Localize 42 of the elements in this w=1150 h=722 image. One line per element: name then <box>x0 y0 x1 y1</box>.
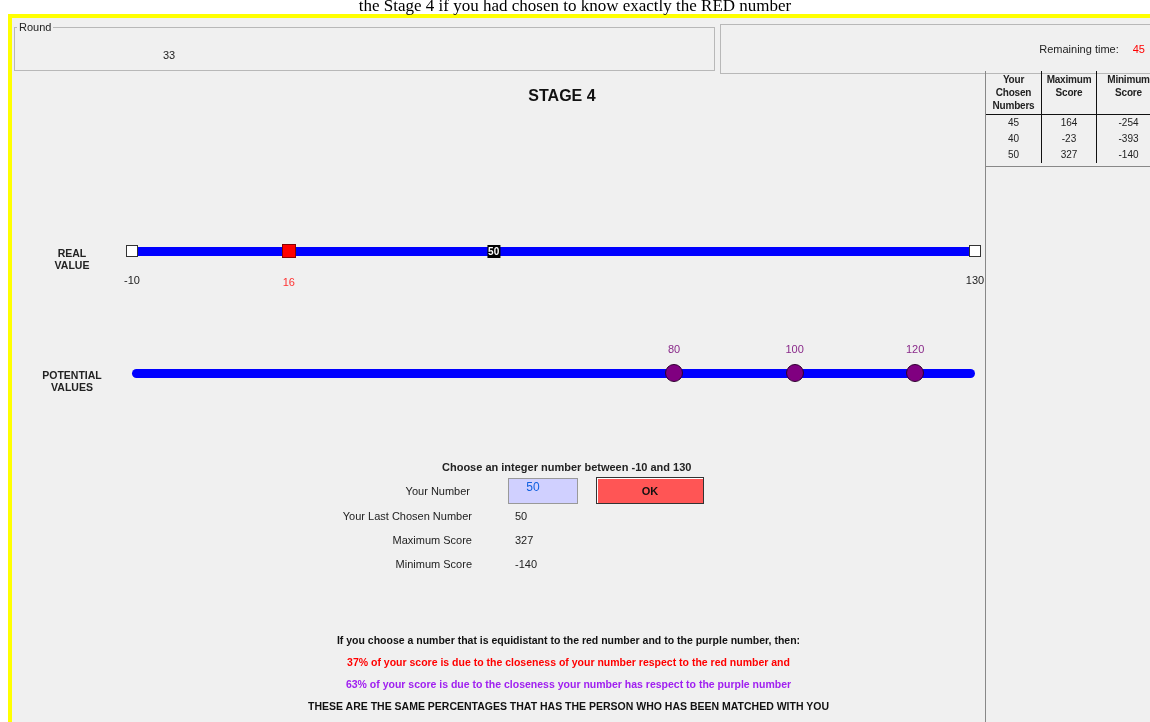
round-number: 33 <box>163 49 176 61</box>
result-value: -140 <box>514 558 538 570</box>
stage-title: STAGE 4 <box>527 87 597 105</box>
table-cell: -23 <box>1041 131 1097 147</box>
your-number-label: Your Number <box>404 483 471 499</box>
remaining-time-value: 45 <box>1132 43 1145 55</box>
result-label: Your Last Chosen Number <box>341 509 473 524</box>
table-cell: -254 <box>1096 114 1150 131</box>
result-value: 50 <box>514 510 528 522</box>
instruction-text: If you choose a number that is equidistant to the red number and to the purple number, then: <box>336 634 801 646</box>
potential-value-label: 100 <box>785 343 804 355</box>
column-header: Maximum Score <box>1041 71 1097 115</box>
table-cell: 164 <box>1041 114 1097 131</box>
result-value: 327 <box>514 534 534 546</box>
result-label: Maximum Score <box>391 533 473 548</box>
true-value-label: 16 <box>282 276 295 288</box>
ok-button[interactable]: OK <box>596 477 704 504</box>
number-input[interactable]: 50 <box>508 477 578 504</box>
choose-prompt: Choose an integer number between -10 and 130 <box>442 461 693 473</box>
real-value-label: REAL VALUE <box>53 247 91 271</box>
instruction-text: 37% of your score is due to the closeness of your number respect to the red number and <box>347 656 790 668</box>
result-label: Minimum Score <box>394 557 473 572</box>
round-legend: Round <box>17 21 54 33</box>
table-cell: -393 <box>1096 131 1150 147</box>
min-handle <box>126 245 138 257</box>
instruction-text: 63% of your score is due to the closeness your number has respect to the purple number <box>345 678 792 690</box>
potential-value-label: 120 <box>905 343 925 355</box>
table-cell: 40 <box>986 131 1042 147</box>
table-cell: 50 <box>986 147 1042 163</box>
table-cell: 327 <box>1041 147 1097 163</box>
table-cell: 45 <box>986 114 1042 131</box>
max-handle <box>969 245 981 257</box>
instruction-text: THESE ARE THE SAME PERCENTAGES THAT HAS THE PERSON WHO HAS BEEN MATCHED WITH YOU <box>308 700 829 712</box>
column-header: Minimum Score <box>1096 71 1150 115</box>
potential-values-label: POTENTIAL VALUES <box>41 369 103 393</box>
table-cell: -140 <box>1096 147 1150 163</box>
column-header: Your Chosen Numbers <box>986 71 1042 115</box>
min-label: -10 <box>124 274 140 286</box>
potential-value-label: 80 <box>667 343 681 355</box>
chosen-number-marker: 50 <box>487 245 501 258</box>
max-label: 130 <box>965 274 985 286</box>
remaining-time-label: Remaining time: <box>1039 43 1119 55</box>
